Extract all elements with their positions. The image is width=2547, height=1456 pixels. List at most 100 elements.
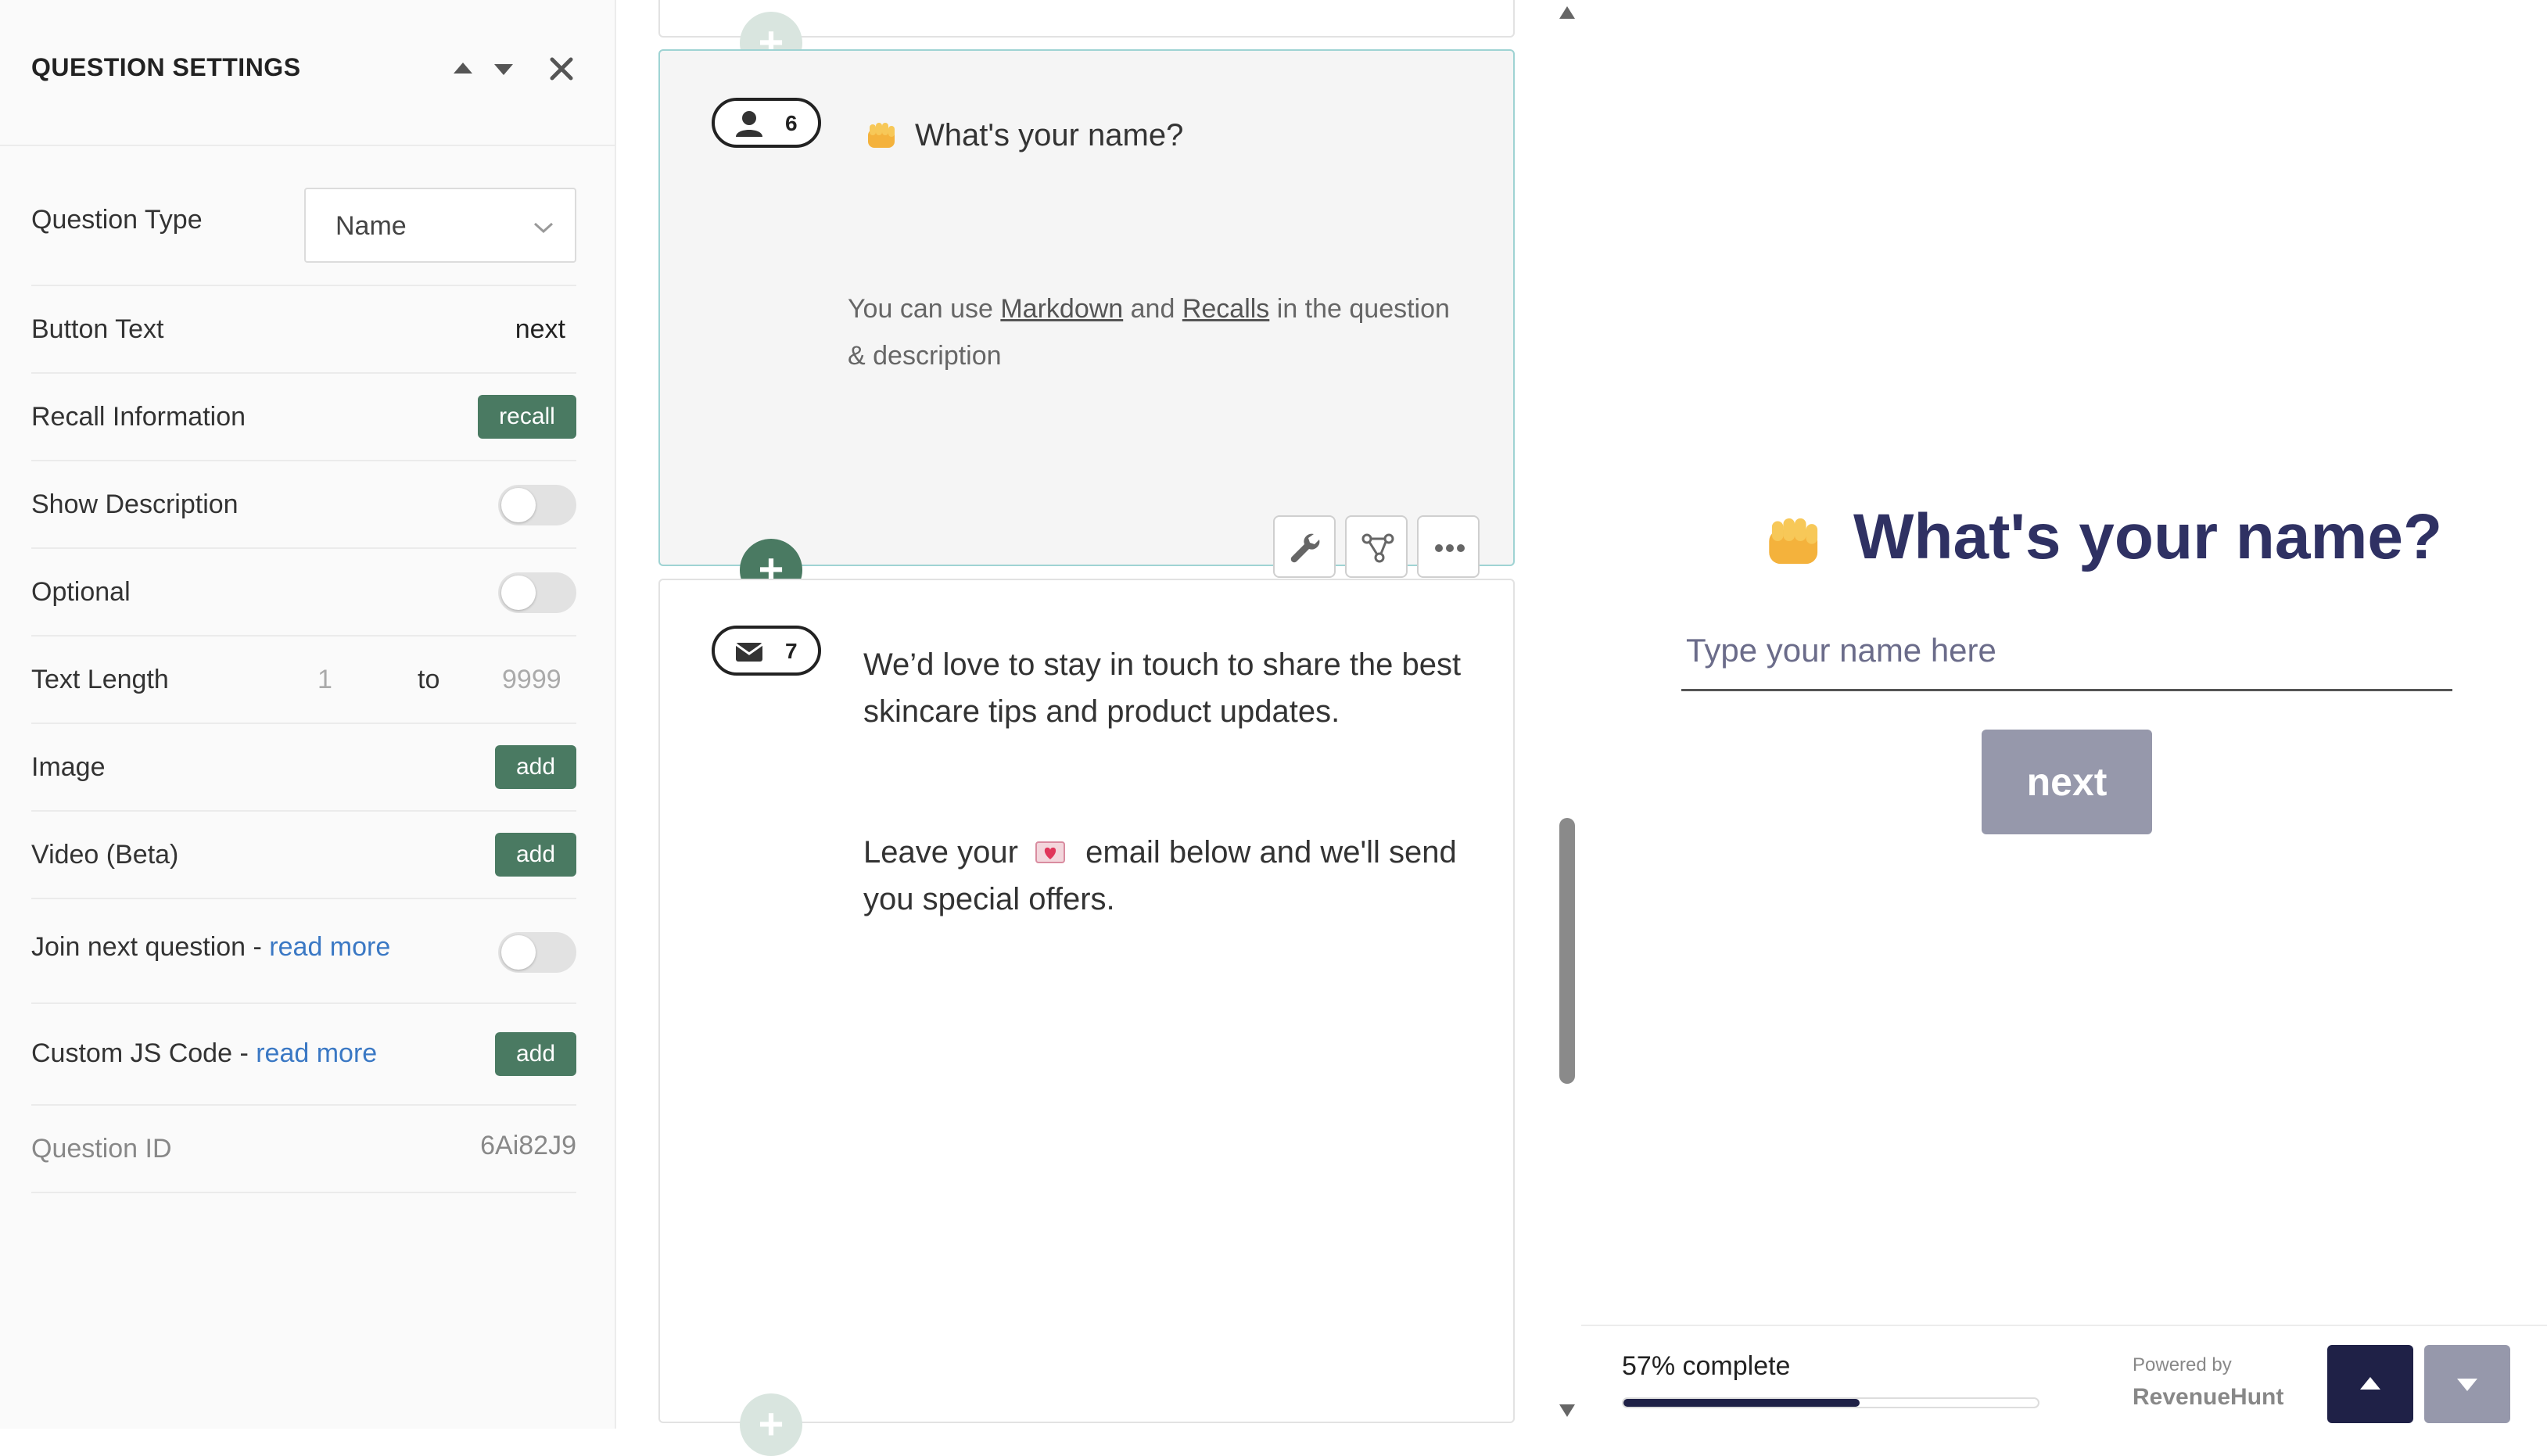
markdown-link[interactable]: Markdown xyxy=(1000,294,1123,324)
join-next-read-more-link[interactable]: read more xyxy=(269,932,390,962)
question-type-value: Name xyxy=(335,211,407,241)
preview-name-input[interactable] xyxy=(1681,616,2452,691)
custom-js-text: Custom JS Code - xyxy=(31,1038,256,1068)
powered-by-text: Powered by xyxy=(2133,1354,2232,1375)
button-text-input[interactable]: next xyxy=(515,314,565,345)
recall-information-label: Recall Information xyxy=(31,402,246,432)
question-text-line-3[interactable]: Leave your email below and we'll send xyxy=(863,829,1457,876)
text-length-label: Text Length xyxy=(31,665,169,694)
user-icon xyxy=(736,111,762,137)
question-number-badge: 6 xyxy=(712,98,821,148)
show-description-toggle[interactable] xyxy=(498,485,576,525)
caret-down-icon xyxy=(2457,1379,2477,1391)
image-row: Image add xyxy=(31,724,576,812)
question-number: 6 xyxy=(785,111,798,135)
question-number: 7 xyxy=(785,639,798,663)
custom-js-label: Custom JS Code - read more xyxy=(31,1038,377,1069)
close-icon[interactable] xyxy=(547,55,576,83)
settings-title: QUESTION SETTINGS xyxy=(31,53,301,81)
recall-button[interactable]: recall xyxy=(478,395,576,439)
love-letter-emoji-icon xyxy=(1035,841,1066,863)
add-symbol: + xyxy=(758,1399,784,1448)
question-settings-button[interactable] xyxy=(1273,515,1336,578)
progress-bar-fill xyxy=(1623,1399,1860,1407)
recalls-link[interactable]: Recalls xyxy=(1182,294,1269,324)
button-text-row: Button Text next xyxy=(31,286,576,374)
question-id-row: Question ID 6Ai82J9 xyxy=(31,1106,576,1193)
next-question-button[interactable] xyxy=(2424,1345,2510,1423)
join-next-question-label: Join next question - read more xyxy=(31,932,390,963)
custom-js-row: Custom JS Code - read more add xyxy=(31,1004,576,1106)
question-type-label: Question Type xyxy=(31,205,203,235)
show-description-row: Show Description xyxy=(31,461,576,549)
optional-label: Optional xyxy=(31,577,131,607)
image-label: Image xyxy=(31,752,106,782)
custom-js-read-more-link[interactable]: read more xyxy=(256,1038,377,1068)
preview-question-title: What's your name? xyxy=(1853,501,2443,572)
show-description-label: Show Description xyxy=(31,490,239,519)
chevron-down-icon xyxy=(533,222,554,234)
join-next-question-row: Join next question - read more xyxy=(31,899,576,1004)
text-length-max-input[interactable]: 9999 xyxy=(502,665,561,695)
question-hint: You can use Markdown and Recalls in the … xyxy=(848,285,1450,379)
button-text-label: Button Text xyxy=(31,314,164,344)
question-title[interactable]: What's your name? xyxy=(915,112,1183,159)
text-length-min-input[interactable]: 1 xyxy=(317,665,332,695)
add-image-button[interactable]: add xyxy=(495,745,576,789)
text-length-separator: to xyxy=(418,665,440,694)
question-logic-button[interactable] xyxy=(1345,515,1408,578)
question-text-line-1[interactable]: We’d love to stay in touch to share the … xyxy=(863,641,1461,688)
optional-toggle[interactable] xyxy=(498,572,576,613)
question-text-3a: Leave your xyxy=(863,835,1018,870)
add-question-button[interactable]: + xyxy=(740,1393,802,1456)
question-more-button[interactable] xyxy=(1417,515,1480,578)
optional-row: Optional xyxy=(31,549,576,637)
hint-text-1: You can use xyxy=(848,294,1001,324)
scroll-down-arrow-icon[interactable] xyxy=(1558,1403,1577,1418)
move-up-icon[interactable] xyxy=(449,55,477,83)
question-settings-panel: QUESTION SETTINGS Question Type Name But… xyxy=(0,0,616,1429)
hint-text-2: and xyxy=(1123,294,1182,324)
hint-text-3: in the question xyxy=(1269,294,1450,324)
progress-text: 57% complete xyxy=(1622,1351,1791,1381)
add-custom-js-button[interactable]: add xyxy=(495,1032,576,1076)
question-number-badge: 7 xyxy=(712,626,821,676)
add-video-button[interactable]: add xyxy=(495,833,576,877)
toggle-knob xyxy=(501,488,536,522)
question-type-row: Question Type Name xyxy=(31,188,576,286)
quiz-preview: What's your name? next 57% complete Powe… xyxy=(1581,0,2547,1429)
scrollbar-thumb[interactable] xyxy=(1559,818,1575,1084)
pointing-fist-emoji-icon xyxy=(868,123,895,148)
question-id-value: 6Ai82J9 xyxy=(480,1131,576,1160)
preview-next-button[interactable]: next xyxy=(1982,730,2152,834)
logic-branch-icon xyxy=(1361,533,1394,563)
question-type-select[interactable]: Name xyxy=(304,188,576,263)
settings-header: QUESTION SETTINGS xyxy=(0,0,615,146)
previous-question-button[interactable] xyxy=(2327,1345,2413,1423)
hint-text-4: & description xyxy=(848,341,1002,371)
move-down-icon[interactable] xyxy=(490,55,518,83)
question-id-label: Question ID xyxy=(31,1134,172,1164)
toggle-knob xyxy=(501,576,536,610)
video-row: Video (Beta) add xyxy=(31,812,576,899)
brand-name[interactable]: RevenueHunt xyxy=(2133,1384,2283,1411)
name-input-field[interactable] xyxy=(1681,616,2452,685)
more-options-icon xyxy=(1435,544,1465,552)
wrench-icon xyxy=(1290,533,1320,563)
caret-up-icon xyxy=(2360,1377,2380,1390)
video-label: Video (Beta) xyxy=(31,840,179,870)
preview-footer: 57% complete Powered by RevenueHunt xyxy=(1581,1325,2547,1429)
question-card-6[interactable]: 6 What's your name? You can use Markdown… xyxy=(658,49,1515,578)
question-text-3b: email below and we'll send xyxy=(1085,835,1457,870)
envelope-icon xyxy=(735,643,763,662)
join-next-question-text: Join next question - xyxy=(31,932,270,962)
toggle-knob xyxy=(501,935,536,970)
join-next-question-toggle[interactable] xyxy=(498,932,576,973)
question-card-7[interactable]: 7 We’d love to stay in touch to share th… xyxy=(658,579,1515,1423)
question-builder: + 6 What's your name? You can use Markdo… xyxy=(618,0,1580,1456)
scroll-up-arrow-icon[interactable] xyxy=(1558,5,1577,20)
pointing-fist-emoji-icon xyxy=(1769,518,1818,565)
progress-bar xyxy=(1622,1397,2039,1408)
question-text-line-2[interactable]: skincare tips and product updates. xyxy=(863,688,1340,735)
question-text-line-4[interactable]: you special offers. xyxy=(863,876,1115,923)
